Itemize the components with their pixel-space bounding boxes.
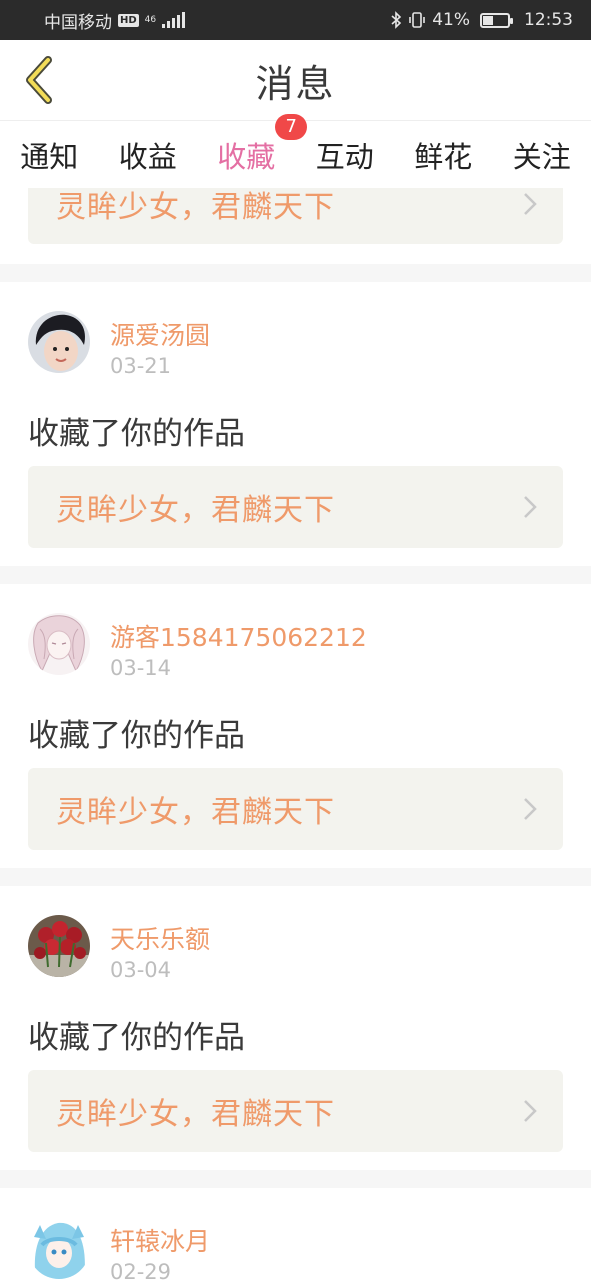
chevron-right-icon	[524, 193, 537, 215]
work-link[interactable]: 灵眸少女，君麟天下	[28, 188, 563, 244]
unread-badge: 7	[275, 113, 308, 140]
timestamp: 03-14	[110, 656, 172, 680]
network-type: 46	[144, 14, 157, 25]
list-item: 灵眸少女，君麟天下	[0, 188, 591, 264]
carrier-label: 中国移动	[44, 12, 112, 33]
list-item: 轩辕冰月 02-29	[0, 1188, 591, 1280]
signal-icon	[162, 12, 186, 28]
work-title: 灵眸少女，君麟天下	[56, 795, 335, 830]
username[interactable]: 轩辕冰月	[110, 1222, 210, 1258]
work-title: 灵眸少女，君麟天下	[56, 190, 335, 225]
username[interactable]: 游客1584175062212	[110, 618, 367, 654]
work-title: 灵眸少女，君麟天下	[56, 493, 335, 528]
vibrate-icon	[409, 12, 426, 28]
tab-bar: 通知 收益 收藏 7 互动 鲜花 关注	[0, 113, 591, 192]
hd-icon: HD	[118, 13, 139, 27]
app-header: 消息	[0, 40, 591, 120]
list-item: 源爱汤圆 03-21 收藏了你的作品 灵眸少女，君麟天下	[0, 282, 591, 566]
chevron-right-icon	[524, 496, 537, 518]
username[interactable]: 源爱汤圆	[110, 316, 210, 352]
tab-interactions[interactable]: 互动	[312, 126, 378, 184]
tab-earnings[interactable]: 收益	[115, 126, 181, 184]
message-feed[interactable]: 灵眸少女，君麟天下 源爱汤圆 03-21 收藏了你的作品 灵眸少女，君麟天下 游…	[0, 188, 591, 1280]
list-item: 天乐乐额 03-04 收藏了你的作品 灵眸少女，君麟天下	[0, 886, 591, 1170]
avatar[interactable]	[28, 1217, 90, 1279]
battery-icon	[480, 12, 513, 28]
tab-favorites[interactable]: 收藏 7	[213, 113, 308, 192]
avatar[interactable]	[28, 613, 90, 675]
chevron-right-icon	[524, 1100, 537, 1122]
timestamp: 03-04	[110, 958, 172, 982]
battery-percent: 41%	[432, 10, 470, 30]
tab-notifications[interactable]: 通知	[16, 126, 82, 184]
username[interactable]: 天乐乐额	[110, 920, 210, 956]
avatar[interactable]	[28, 915, 90, 977]
work-title: 灵眸少女，君麟天下	[56, 1097, 335, 1132]
clock: 12:53	[524, 10, 573, 30]
list-item: 游客1584175062212 03-14 收藏了你的作品 灵眸少女，君麟天下	[0, 584, 591, 868]
chevron-right-icon	[524, 798, 537, 820]
messages-screen: 中国移动 HD 46 41% 12:53 消息 通知 收益 收藏 7 互动 鲜花…	[0, 0, 591, 1280]
action-text: 收藏了你的作品	[28, 718, 245, 754]
page-title: 消息	[255, 61, 336, 106]
work-link[interactable]: 灵眸少女，君麟天下	[28, 1070, 563, 1152]
status-bar: 中国移动 HD 46 41% 12:53	[0, 0, 591, 40]
work-link[interactable]: 灵眸少女，君麟天下	[28, 768, 563, 850]
tab-follows[interactable]: 关注	[509, 126, 575, 184]
avatar[interactable]	[28, 311, 90, 373]
action-text: 收藏了你的作品	[28, 416, 245, 452]
action-text: 收藏了你的作品	[28, 1020, 245, 1056]
chevron-left-icon	[26, 56, 52, 104]
bluetooth-icon	[391, 11, 402, 29]
tab-flowers[interactable]: 鲜花	[410, 126, 476, 184]
timestamp: 03-21	[110, 354, 172, 378]
back-button[interactable]	[14, 54, 64, 106]
timestamp: 02-29	[110, 1260, 172, 1280]
work-link[interactable]: 灵眸少女，君麟天下	[28, 466, 563, 548]
